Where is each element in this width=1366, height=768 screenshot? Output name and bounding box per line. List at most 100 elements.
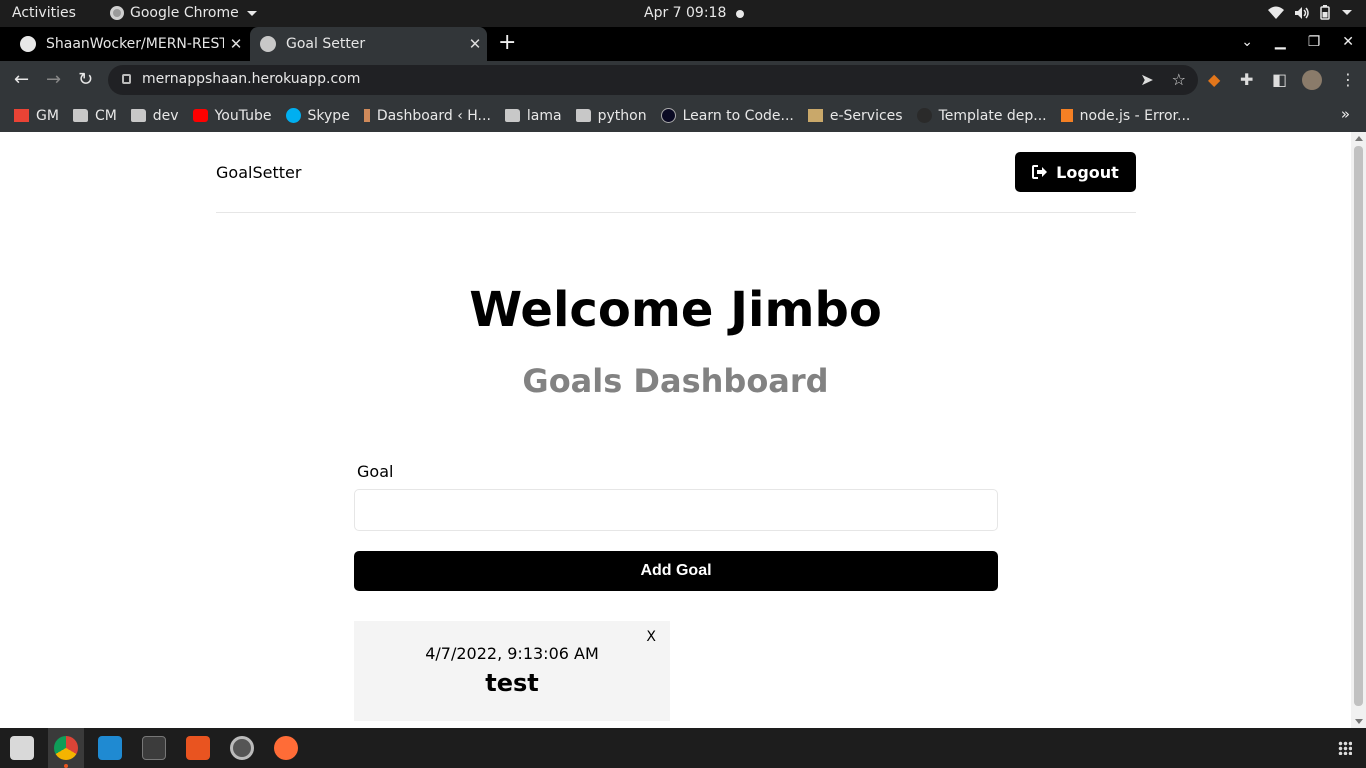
chevron-right-icon[interactable]: » [1341,105,1350,123]
forward-icon[interactable]: → [46,69,61,90]
metamask-icon[interactable]: ◆ [1208,70,1220,89]
browser-toolbar: ← → ↻ mernappshaan.herokuapp.com ➤ ☆ ◆ ✚… [0,61,1366,99]
close-icon[interactable]: ✕ [463,35,487,53]
vscode-icon[interactable] [98,736,122,760]
youtube-icon [192,109,208,122]
bookmark-dashboard[interactable]: Dashboard ‹ H... [363,107,491,124]
bookmark-learn-to-code[interactable]: Learn to Code... [660,108,794,124]
volume-icon [1295,6,1309,19]
folder-icon [504,109,520,122]
terminal-icon[interactable] [142,736,166,760]
github-icon [916,108,932,123]
site-icon [363,109,370,122]
back-icon[interactable]: ← [14,69,29,90]
welcome-heading: Welcome Jimbo [469,282,882,338]
app-name: Google Chrome [130,5,239,21]
goal-date: 4/7/2022, 9:13:06 AM [425,644,599,663]
bookmark-star-icon[interactable]: ☆ [1172,70,1186,89]
scroll-up-icon[interactable] [1355,136,1363,141]
software-center-icon[interactable] [186,736,210,760]
delete-goal-button[interactable]: X [646,629,656,645]
bookmark-label: GM [36,107,59,124]
side-panel-icon[interactable]: ◧ [1272,70,1287,89]
maximize-icon[interactable]: ❐ [1308,34,1321,50]
goal-input[interactable] [354,489,998,531]
activities-button[interactable]: Activities [12,5,76,21]
bookmark-python[interactable]: python [575,107,647,124]
folder-icon [575,109,591,122]
chrome-icon[interactable] [54,736,78,760]
extensions-icon[interactable]: ✚ [1240,70,1253,89]
stackoverflow-icon [1060,109,1073,122]
goal-label: Goal [357,462,394,481]
sign-out-icon [1032,165,1048,179]
address-bar[interactable]: mernappshaan.herokuapp.com ➤ ☆ [108,65,1198,95]
tab-github[interactable]: ShaanWocker/MERN-REST ✕ [10,27,248,61]
bookmark-youtube[interactable]: YouTube [192,107,272,124]
notification-dot-icon [736,10,744,18]
chevron-down-icon [246,10,257,16]
bookmark-cm[interactable]: CM [72,107,117,124]
scroll-down-icon[interactable] [1355,719,1363,724]
wifi-icon [1268,6,1284,19]
page-viewport: GoalSetter Logout Welcome Jimbo Goals Da… [0,132,1351,728]
minimize-icon[interactable]: ▁ [1275,34,1286,50]
folder-icon [72,109,88,122]
app-menu[interactable]: Google Chrome [110,5,257,21]
bookmark-skype[interactable]: Skype [285,107,350,124]
reload-icon[interactable]: ↻ [78,69,93,90]
bookmark-label: YouTube [214,107,272,124]
system-top-bar: Activities Google Chrome Apr 7 09:18 [0,0,1366,27]
site-header: GoalSetter Logout [216,152,1136,213]
window-controls: ⌄ ▁ ❐ ✕ [1241,34,1354,50]
github-icon [20,36,36,52]
url-text[interactable]: mernappshaan.herokuapp.com [142,71,360,87]
bookmarks-bar: GM CM dev YouTube Skype Dashboard ‹ H...… [0,99,1366,132]
bookmark-label: Dashboard ‹ H... [376,107,491,124]
battery-icon [1320,5,1330,20]
lock-icon[interactable] [122,74,131,84]
page-scrollbar[interactable] [1351,132,1366,728]
menu-icon[interactable]: ⋮ [1340,70,1356,89]
close-icon[interactable]: ✕ [224,35,248,53]
tab-search-icon[interactable]: ⌄ [1241,34,1253,50]
skype-icon [285,108,301,123]
postman-icon[interactable] [274,736,298,760]
tab-strip: ShaanWocker/MERN-REST ✕ Goal Setter ✕ + … [0,27,1366,61]
avatar[interactable] [1302,70,1322,90]
bookmark-label: CM [94,107,117,124]
clock[interactable]: Apr 7 09:18 [644,5,726,21]
chevron-down-icon [1342,10,1352,15]
site-icon [807,109,823,122]
logout-button[interactable]: Logout [1015,152,1136,192]
system-tray[interactable] [1268,5,1352,20]
folder-icon [130,109,146,122]
bookmark-label: dev [152,107,179,124]
scrollbar-thumb[interactable] [1354,146,1363,706]
freecodecamp-icon [660,108,676,123]
bookmark-nodejs-error[interactable]: node.js - Error... [1060,108,1190,124]
bookmark-label: Skype [307,107,350,124]
bookmark-label: Template dep... [938,107,1047,124]
bookmark-label: lama [526,107,562,124]
tab-title: Goal Setter [286,36,366,52]
add-goal-button[interactable]: Add Goal [354,551,998,591]
logout-label: Logout [1056,162,1119,182]
settings-gear-icon[interactable] [230,736,254,760]
dashboard-subtitle: Goals Dashboard [522,362,829,400]
files-icon[interactable] [10,736,34,760]
bookmark-label: python [597,107,647,124]
close-window-icon[interactable]: ✕ [1342,34,1354,50]
bookmark-dev[interactable]: dev [130,107,179,124]
site-logo[interactable]: GoalSetter [216,163,301,182]
omnibox-actions: ➤ ☆ [1140,70,1186,89]
bookmark-gm[interactable]: GM [14,108,59,124]
show-apps-icon[interactable] [1338,741,1352,755]
bookmark-template[interactable]: Template dep... [916,107,1047,124]
goal-card: X 4/7/2022, 9:13:06 AM test [354,621,670,721]
bookmark-lama[interactable]: lama [504,107,562,124]
new-tab-icon[interactable]: + [498,30,516,55]
bookmark-e-services[interactable]: e-Services [807,108,903,124]
tab-goal-setter[interactable]: Goal Setter ✕ [250,27,487,61]
send-icon[interactable]: ➤ [1140,70,1153,89]
